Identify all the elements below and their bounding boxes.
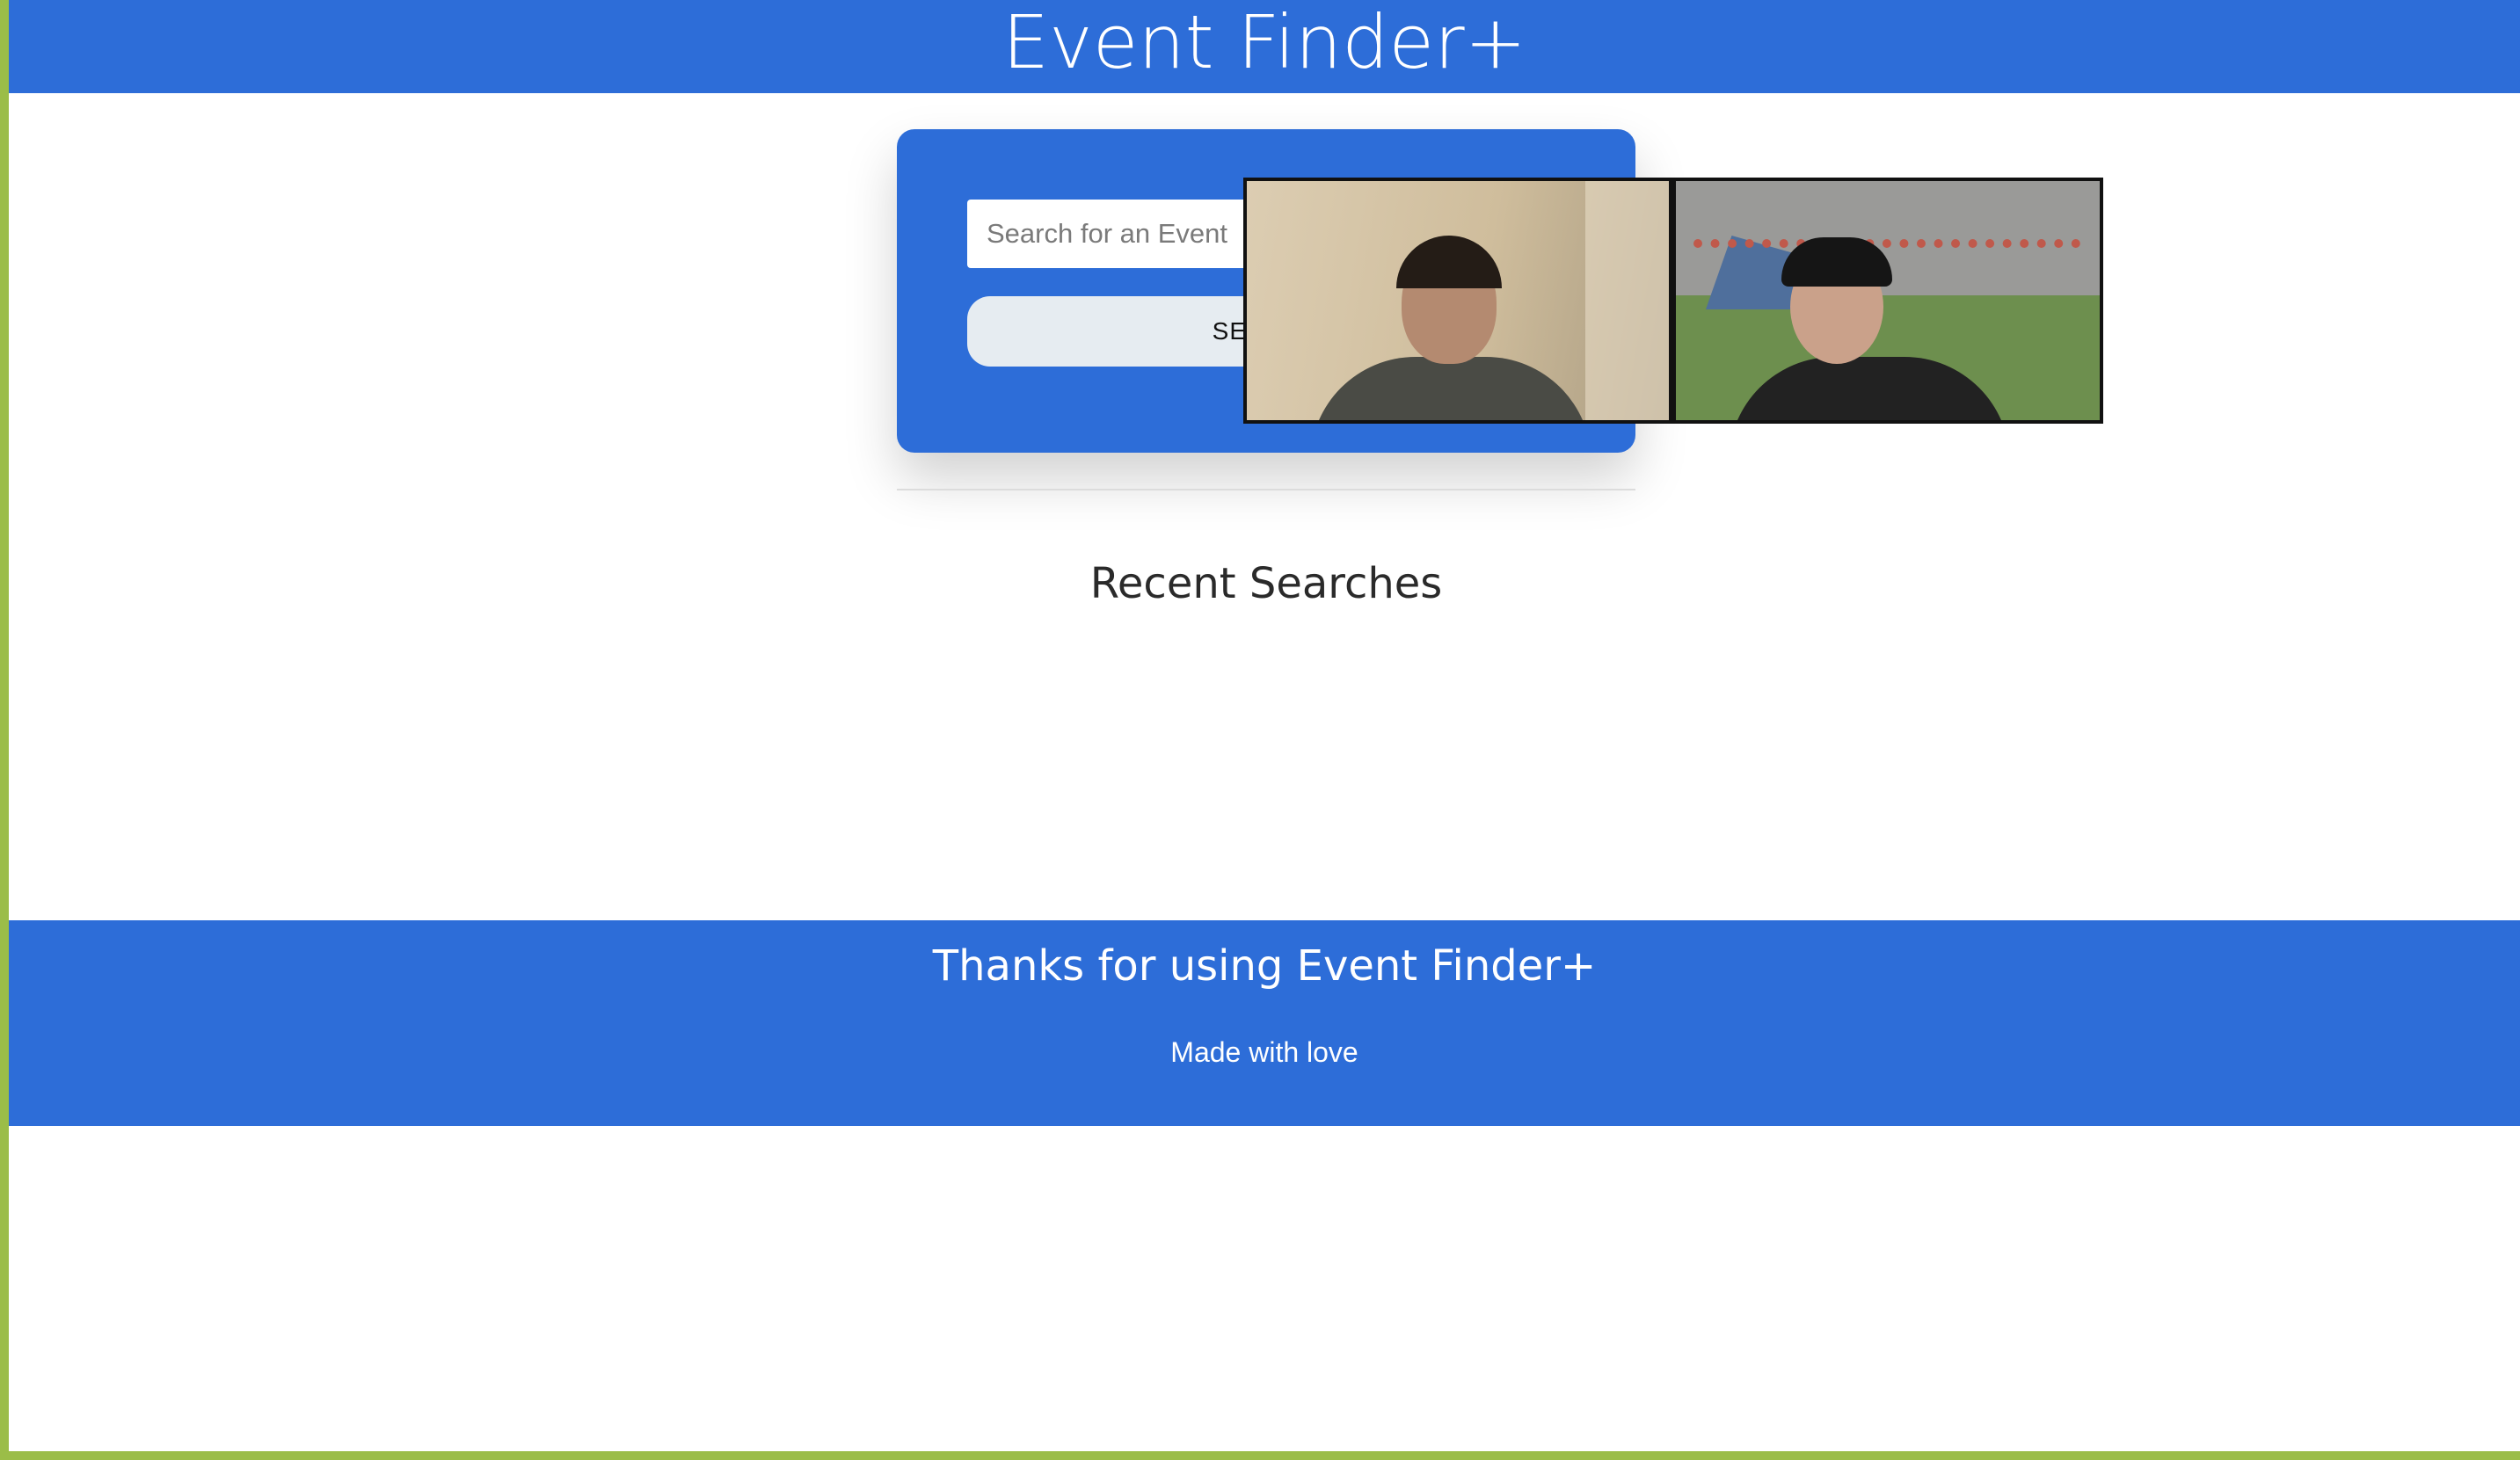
site-header: Event Finder+ (9, 0, 2520, 93)
video-tile-participant-1[interactable] (1247, 181, 1669, 420)
page-title: Event Finder+ (1001, 0, 1527, 85)
video-tile-participant-2[interactable] (1676, 181, 2100, 420)
section-divider (897, 489, 1635, 490)
video-call-overlay[interactable] (1243, 178, 2103, 424)
page-frame-bottom (0, 1451, 2520, 1460)
footer-title: Thanks for using Event Finder+ (932, 941, 1597, 991)
site-footer: Thanks for using Event Finder+ Made with… (9, 920, 2520, 1126)
video-background-shade (1585, 181, 1669, 420)
page-frame-left (0, 0, 9, 1460)
footer-subtitle: Made with love (1170, 1036, 1358, 1068)
recent-searches-heading: Recent Searches (1089, 558, 1443, 608)
video-background-flags (1693, 239, 2080, 257)
